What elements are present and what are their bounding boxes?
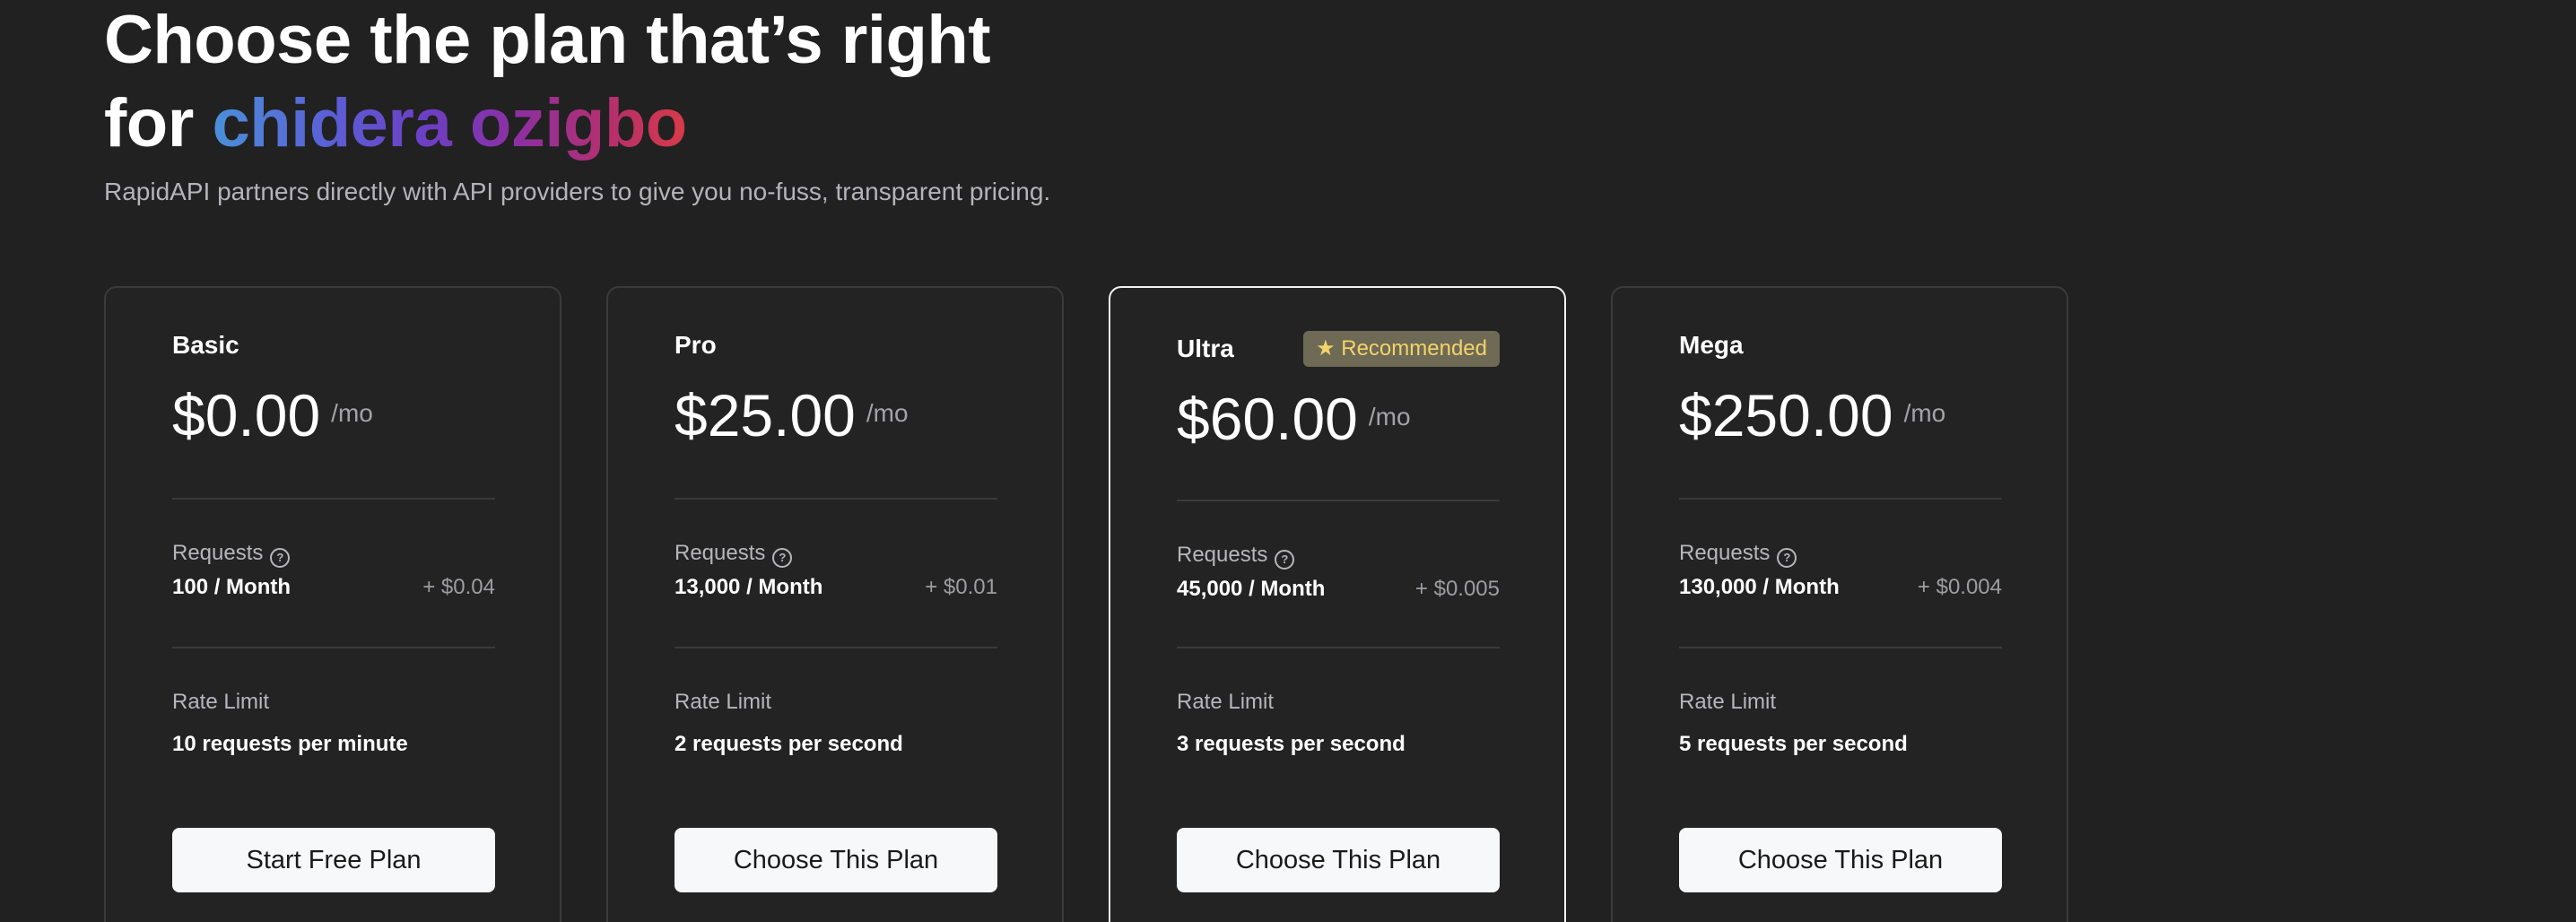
start-free-plan-button[interactable]: Start Free Plan	[172, 828, 495, 892]
requests-label: Requests?	[674, 541, 793, 568]
page-title-line1: Choose the plan that’s right	[104, 2, 991, 78]
plan-price: $0.00	[172, 382, 321, 448]
requests-label: Requests?	[1679, 541, 1797, 568]
price-period: /mo	[1903, 399, 1946, 427]
help-icon[interactable]: ?	[772, 548, 793, 568]
rate-limit-label: Rate Limit	[1177, 690, 1275, 714]
help-icon[interactable]: ?	[1777, 548, 1797, 568]
pricing-page: Choose the plan that’s right for chidera…	[0, 0, 2576, 922]
price-period: /mo	[866, 399, 909, 427]
rate-limit-value: 10 requests per minute	[172, 732, 408, 756]
rate-limit-value: 2 requests per second	[674, 732, 903, 756]
rate-limit-value: 3 requests per second	[1177, 732, 1405, 756]
divider	[172, 498, 495, 500]
price-row: $0.00/mo	[172, 381, 373, 449]
price-period: /mo	[331, 399, 373, 427]
plan-price: $60.00	[1177, 386, 1358, 452]
plan-card-pro: Pro $25.00/mo Requests? 13,000 / Month +…	[606, 286, 1064, 922]
divider	[1679, 647, 2002, 648]
choose-plan-button-mega[interactable]: Choose This Plan	[1679, 828, 2002, 892]
rate-limit-label: Rate Limit	[1679, 690, 1777, 714]
rate-limit-label: Rate Limit	[674, 690, 772, 714]
page-title: Choose the plan that’s right for chidera…	[104, 0, 991, 165]
price-row: $250.00/mo	[1679, 381, 1945, 449]
divider	[1177, 647, 1500, 648]
plan-name: Basic	[172, 331, 239, 359]
requests-value: 45,000 / Month	[1177, 577, 1326, 601]
choose-plan-button-ultra[interactable]: Choose This Plan	[1177, 828, 1500, 892]
overage-price: + $0.005	[1414, 577, 1500, 601]
plan-card-basic: Basic $0.00/mo Requests? 100 / Month + $…	[104, 286, 561, 922]
help-icon[interactable]: ?	[1275, 550, 1295, 570]
plan-name: Pro	[674, 331, 717, 359]
plan-name: Mega	[1679, 331, 1744, 359]
price-period: /mo	[1368, 403, 1411, 431]
divider	[172, 647, 495, 648]
rate-limit-label: Rate Limit	[172, 690, 270, 714]
requests-label: Requests?	[172, 541, 291, 568]
recommended-badge: ★ Recommended	[1303, 331, 1500, 367]
help-icon[interactable]: ?	[270, 548, 291, 568]
divider	[674, 498, 997, 500]
divider	[1679, 498, 2002, 500]
requests-value: 100 / Month	[172, 575, 292, 599]
star-icon: ★	[1316, 336, 1342, 361]
overage-price: + $0.004	[1917, 575, 2002, 599]
user-name: chidera ozigbo	[212, 85, 687, 161]
price-row: $60.00/mo	[1177, 385, 1411, 453]
price-row: $25.00/mo	[674, 381, 909, 449]
plan-card-ultra: Ultra ★ Recommended $60.00/mo Requests? …	[1109, 286, 1566, 922]
requests-value: 130,000 / Month	[1679, 575, 1840, 599]
plan-price: $25.00	[674, 382, 856, 448]
page-title-for: for	[104, 85, 213, 161]
rate-limit-value: 5 requests per second	[1679, 732, 1908, 756]
choose-plan-button-pro[interactable]: Choose This Plan	[674, 828, 997, 892]
plan-name: Ultra	[1177, 335, 1234, 362]
plan-card-mega: Mega $250.00/mo Requests? 130,000 / Mont…	[1611, 286, 2068, 922]
requests-value: 13,000 / Month	[674, 575, 823, 599]
overage-price: + $0.01	[925, 575, 997, 599]
overage-price: + $0.04	[422, 575, 495, 599]
divider	[1177, 500, 1500, 501]
plan-price: $250.00	[1679, 382, 1893, 448]
page-subtitle: RapidAPI partners directly with API prov…	[104, 178, 1051, 205]
divider	[674, 647, 997, 648]
requests-label: Requests?	[1177, 543, 1295, 570]
